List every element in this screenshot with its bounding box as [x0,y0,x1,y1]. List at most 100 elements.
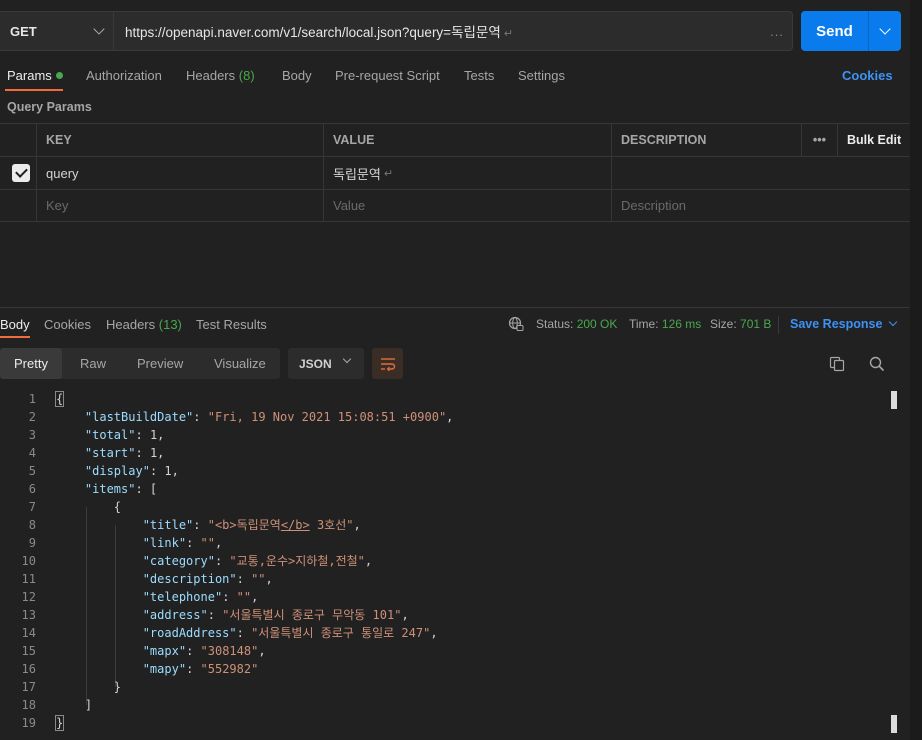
response-tab-cookies[interactable]: Cookies [44,317,91,332]
line-number: 9 [28,536,36,550]
view-raw-button[interactable]: Raw [66,348,120,379]
param-value: 독립문역 [333,166,381,182]
response-tab-test-results[interactable]: Test Results [196,317,267,332]
scrollbar-marker[interactable] [891,715,897,733]
line-text: } [54,715,65,731]
active-tab-indicator [5,89,63,91]
code-line: 4 "start": 1, [0,444,900,462]
line-number: 3 [28,428,36,442]
line-text: ] [56,698,93,712]
active-dot-icon [55,72,63,80]
view-pretty-button[interactable]: Pretty [0,348,62,379]
line-text: "start": 1, [84,446,165,460]
roadAddress-value: "서울특별시 종로구 통일로 247" [251,626,431,640]
url-more-button[interactable]: ... [762,24,792,39]
line-text: "display": 1, [84,464,179,478]
tab-params[interactable]: Params [7,68,63,83]
send-options-button[interactable] [869,11,901,51]
tab-body[interactable]: Body [282,68,312,83]
save-response-button[interactable]: Save Response [790,317,898,331]
param-key[interactable]: query [36,157,323,189]
format-value: JSON [299,356,332,371]
response-tab-headers[interactable]: Headers (13) [106,317,182,332]
table-row-empty: Key Value Description [0,189,910,222]
tab-prerequest-script[interactable]: Pre-request Script [335,68,440,83]
line-text: "lastBuildDate": "Fri, 19 Nov 2021 15:08… [84,410,454,424]
view-preview-button[interactable]: Preview [123,348,197,379]
telephone-value: "" [236,590,252,604]
param-value-cell[interactable]: 독립문역 ↵ [323,157,611,189]
tab-settings[interactable]: Settings [518,68,565,83]
code-line: 6 "items": [ [0,480,900,498]
line-number: 13 [21,608,36,622]
bulk-edit-button[interactable]: Bulk Edit [837,124,910,156]
code-line: 10 "category": "교통,운수>지하철,전철", [0,552,900,570]
column-description: DESCRIPTION [611,124,801,156]
response-tab-headers-label: Headers [106,317,156,332]
code-line: 12 "telephone": "", [0,588,900,606]
row-checkbox[interactable] [12,164,30,182]
method-select[interactable]: GET [0,12,114,50]
line-number: 8 [28,518,36,532]
response-tab-body[interactable]: Body [0,317,30,332]
display-value: 1 [164,464,172,478]
response-headers-count: (13) [158,317,182,332]
line-number: 2 [28,410,36,424]
value-input[interactable]: Value [323,190,611,221]
tab-headers[interactable]: Headers (8) [186,68,255,83]
size-value: 701 B [740,317,772,331]
line-text: "items": [ [84,482,158,496]
method-label: GET [10,23,37,39]
format-select[interactable]: JSON [288,348,364,379]
network-globe-icon[interactable] [508,316,524,332]
wrap-lines-icon [380,357,395,371]
window-edge [910,0,922,740]
url-input[interactable]: https://openapi.naver.com/v1/search/loca… [114,21,762,41]
title-value-post: 3호선" [309,518,354,532]
line-number: 12 [21,590,36,604]
wrap-lines-button[interactable] [372,348,403,379]
code-line: 3 "total": 1, [0,426,900,444]
tab-tests[interactable]: Tests [464,68,494,83]
scrollbar-marker[interactable] [891,391,897,409]
code-line: 1{ [0,390,900,408]
copy-icon[interactable] [829,356,845,372]
tab-params-label: Params [7,68,52,83]
param-description[interactable] [611,157,801,189]
pane-divider[interactable] [0,307,910,308]
category-value: "교통,운수>지하철,전철" [229,554,365,568]
response-tabs: Body Cookies Headers (13) Test Results S… [0,314,922,338]
request-url-bar: GET https://openapi.naver.com/v1/search/… [0,11,793,51]
view-visualize-button[interactable]: Visualize [200,348,280,379]
line-number: 17 [21,680,36,694]
line-number: 1 [28,392,36,406]
line-number: 7 [28,500,36,514]
line-number: 4 [28,446,36,460]
table-row: query 독립문역 ↵ [0,156,910,189]
response-body-code[interactable]: 1{ 2 "lastBuildDate": "Fri, 19 Nov 2021 … [0,390,900,732]
line-number: 6 [28,482,36,496]
line-text: "description": "", [142,572,273,586]
key-input[interactable]: Key [36,190,323,221]
chevron-down-icon [889,317,898,327]
code-line: 7 { [0,498,900,516]
request-tabs: Params Authorization Headers (8) Body Pr… [0,64,922,92]
line-number: 10 [21,554,36,568]
newline-icon: ↵ [383,167,394,180]
status-label: Status: [536,317,574,331]
active-tab-indicator [0,336,30,338]
size-indicator: Size: 701 B [710,317,771,331]
cookies-link[interactable]: Cookies [842,68,893,83]
tab-authorization[interactable]: Authorization [86,68,162,83]
send-button-group: Send [801,11,901,51]
code-line: 8 "title": "<b>독립문역</b> 3호선", [0,516,900,534]
search-icon[interactable] [869,356,885,372]
newline-icon: ↵ [503,28,513,40]
status-value: 200 OK [576,317,618,331]
send-button[interactable]: Send [801,11,869,51]
chevron-down-icon [879,23,891,35]
more-options-button[interactable]: ••• [801,124,837,156]
description-input[interactable]: Description [611,190,801,221]
line-text: { [54,391,65,407]
start-value: 1 [149,446,158,460]
